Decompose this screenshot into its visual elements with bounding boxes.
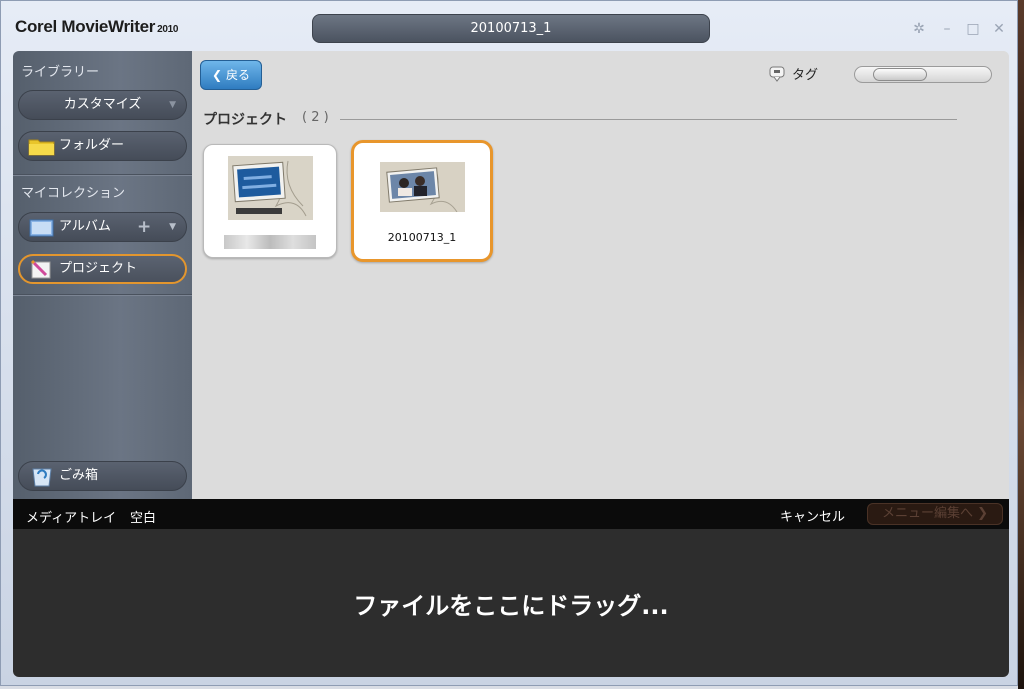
app-title: Corel MovieWriter 2010 xyxy=(15,17,178,37)
drop-hint: ファイルをここにドラッグ... xyxy=(353,592,669,620)
blurred-card-label xyxy=(224,235,316,249)
section-title: プロジェクト xyxy=(203,112,287,128)
tray-title: メディアトレイ xyxy=(26,511,117,526)
project-card-label: 20100713_1 xyxy=(387,231,457,244)
tray-status: 空白 xyxy=(130,511,157,526)
tag-label[interactable]: タグ xyxy=(792,64,818,83)
main-frame: ライブラリー カスタマイズ ▼ フォルダー マイコレクション アルバム + ▼ … xyxy=(13,51,1009,677)
background-window-edge xyxy=(1018,0,1024,689)
app-name: Corel MovieWriter xyxy=(15,17,156,36)
sidebar-divider xyxy=(13,174,192,175)
sidebar: ライブラリー カスタマイズ ▼ フォルダー マイコレクション アルバム + ▼ … xyxy=(13,51,192,499)
chevron-down-icon[interactable]: ▼ xyxy=(169,213,176,241)
back-button[interactable]: ❮ 戻る xyxy=(200,60,262,90)
trash-icon xyxy=(32,468,52,487)
app-window: Corel MovieWriter 2010 20100713_1 ✲ – □ ✕… xyxy=(0,0,1018,686)
thumbnail-size-slider[interactable] xyxy=(854,66,992,83)
minimize-icon[interactable]: – xyxy=(938,20,956,38)
project-button[interactable]: プロジェクト xyxy=(18,254,187,284)
folder-button[interactable]: フォルダー xyxy=(18,131,187,161)
menu-edit-button[interactable]: メニュー編集へ ❯ xyxy=(867,503,1003,525)
album-icon xyxy=(29,219,54,237)
library-heading: ライブラリー xyxy=(21,65,100,80)
project-thumbnail xyxy=(228,156,313,220)
project-title-bar[interactable]: 20100713_1 xyxy=(312,14,710,43)
chevron-down-icon: ▼ xyxy=(169,100,176,110)
album-label: アルバム xyxy=(59,219,111,234)
tag-icon[interactable] xyxy=(768,65,786,83)
project-card-selected[interactable]: 20100713_1 xyxy=(351,140,493,262)
trash-button[interactable]: ごみ箱 xyxy=(18,461,187,491)
cancel-button[interactable]: キャンセル xyxy=(780,506,845,525)
add-album-icon[interactable]: + xyxy=(137,213,151,241)
customize-label: カスタマイズ xyxy=(63,97,142,112)
slider-handle[interactable] xyxy=(873,68,927,81)
app-version: 2010 xyxy=(157,24,179,35)
section-count: ( 2 ) xyxy=(302,110,329,125)
collection-heading: マイコレクション xyxy=(21,186,126,201)
folder-icon xyxy=(28,139,55,156)
folder-label: フォルダー xyxy=(59,138,125,153)
project-icon xyxy=(30,259,51,279)
sidebar-divider xyxy=(13,294,192,295)
project-thumbnail xyxy=(380,162,465,212)
media-tray-drop-zone[interactable]: ファイルをここにドラッグ... xyxy=(13,529,1009,677)
back-label: 戻る xyxy=(225,68,250,82)
close-icon[interactable]: ✕ xyxy=(990,20,1008,38)
trash-label: ごみ箱 xyxy=(59,468,99,483)
media-tray-header: メディアトレイ 空白 キャンセル メニュー編集へ ❯ xyxy=(13,499,1009,529)
project-card[interactable] xyxy=(203,144,337,258)
project-label: プロジェクト xyxy=(59,261,138,276)
chevron-left-icon: ❮ xyxy=(212,68,223,82)
settings-icon[interactable]: ✲ xyxy=(910,20,928,38)
album-button[interactable]: アルバム + ▼ xyxy=(18,212,187,242)
project-browser: ❮ 戻る タグ プロジェクト ( 2 ) 20100713_1 xyxy=(192,51,1009,499)
maximize-icon[interactable]: □ xyxy=(964,20,982,38)
section-divider xyxy=(340,119,957,120)
customize-button[interactable]: カスタマイズ ▼ xyxy=(18,90,187,120)
